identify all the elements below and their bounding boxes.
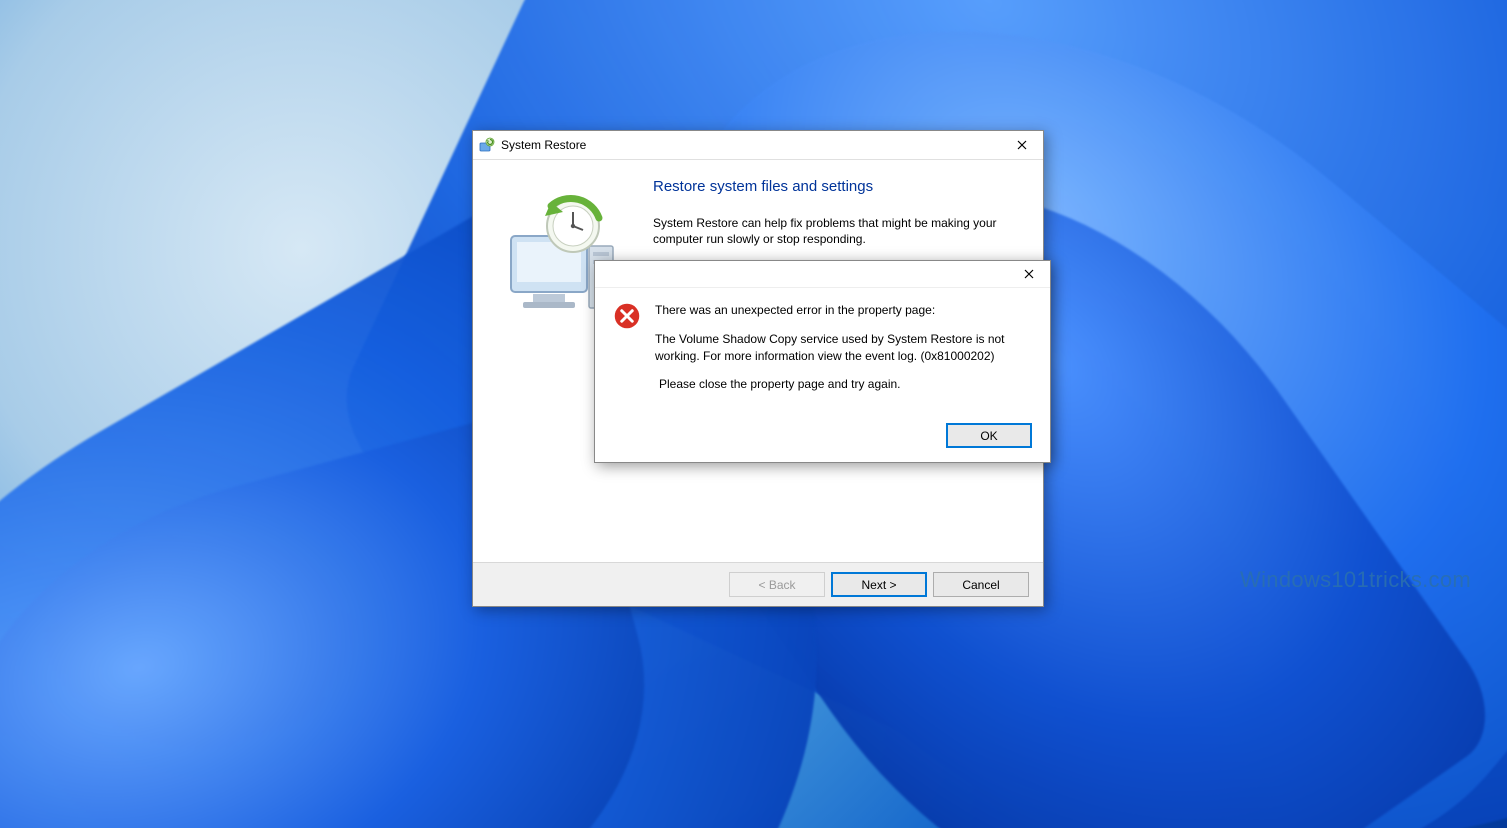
error-dialog: There was an unexpected error in the pro… xyxy=(594,260,1051,463)
error-icon xyxy=(613,302,641,330)
window-title: System Restore xyxy=(501,138,1005,152)
cancel-button[interactable]: Cancel xyxy=(933,572,1029,597)
close-icon xyxy=(1024,269,1034,279)
next-button[interactable]: Next > xyxy=(831,572,927,597)
close-icon xyxy=(1017,140,1027,150)
wizard-footer: < Back Next > Cancel xyxy=(473,562,1043,606)
error-line-2: The Volume Shadow Copy service used by S… xyxy=(655,331,1032,365)
close-button[interactable] xyxy=(1005,134,1039,156)
error-body: There was an unexpected error in the pro… xyxy=(595,288,1050,415)
error-line-1: There was an unexpected error in the pro… xyxy=(655,302,1032,319)
back-button: < Back xyxy=(729,572,825,597)
error-footer: OK xyxy=(595,415,1050,462)
error-text: There was an unexpected error in the pro… xyxy=(655,302,1032,405)
ok-button[interactable]: OK xyxy=(946,423,1032,448)
desktop-background: System Restore xyxy=(0,0,1507,828)
wizard-description: System Restore can help fix problems tha… xyxy=(653,215,1019,247)
error-line-3: Please close the property page and try a… xyxy=(655,376,1032,393)
error-close-button[interactable] xyxy=(1012,264,1046,284)
error-titlebar[interactable] xyxy=(595,261,1050,288)
titlebar[interactable]: System Restore xyxy=(473,131,1043,160)
wizard-heading: Restore system files and settings xyxy=(653,178,1019,195)
system-restore-icon xyxy=(479,137,495,153)
